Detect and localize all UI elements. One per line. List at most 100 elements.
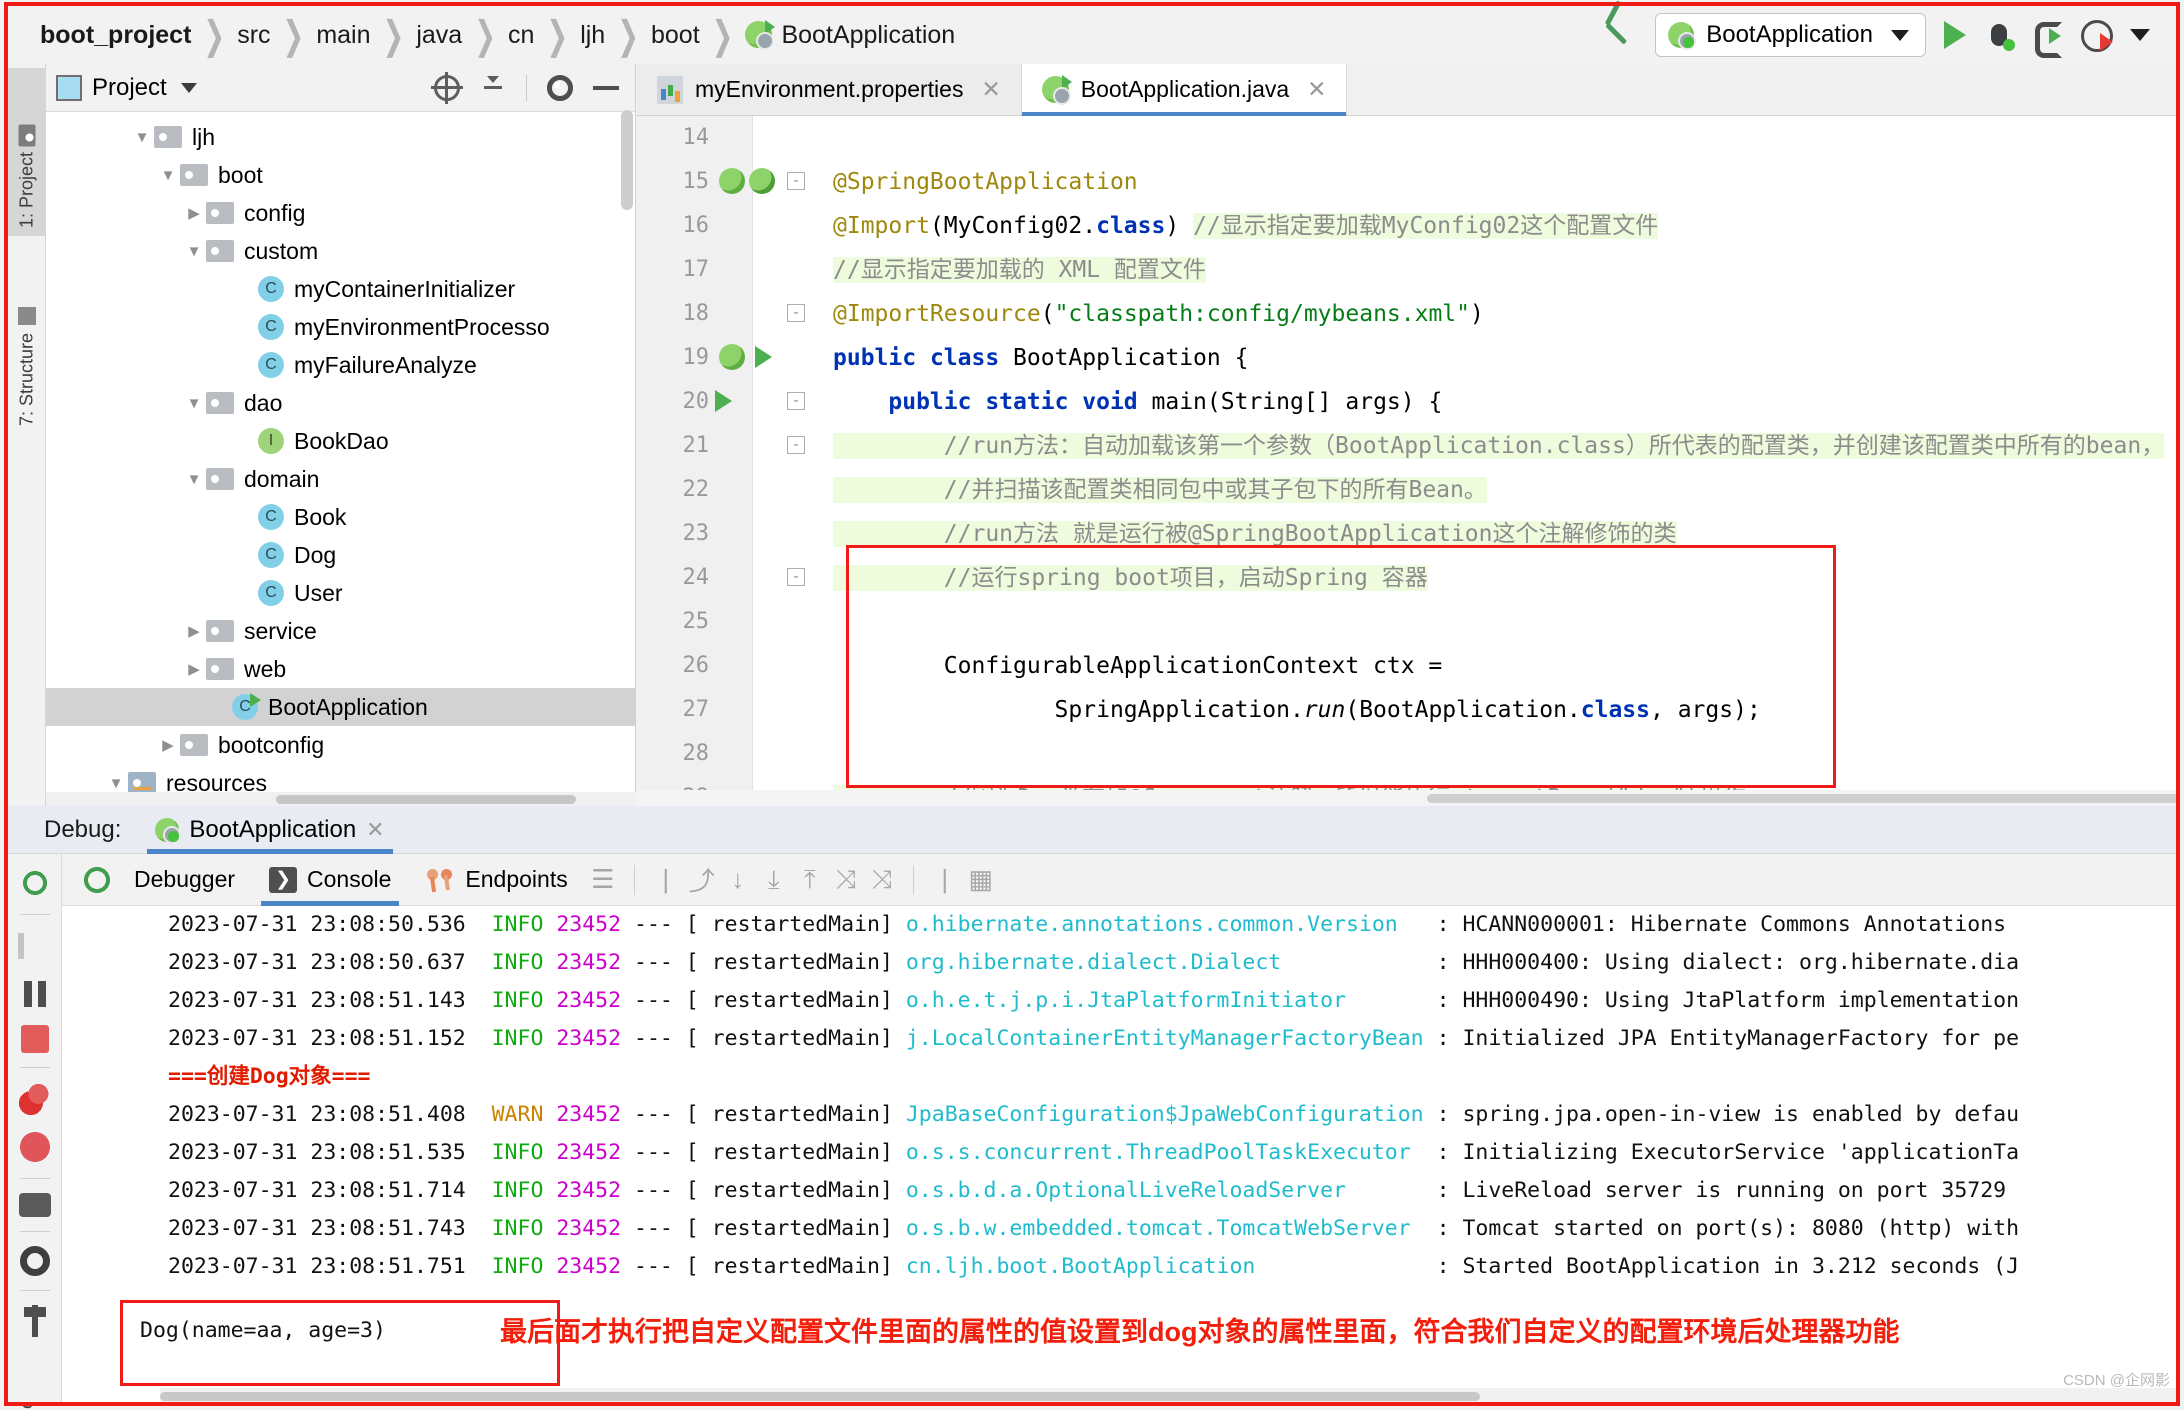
tree-item[interactable]: C User	[46, 574, 635, 612]
chevron-right-icon[interactable]	[182, 204, 206, 222]
tree-item-selected[interactable]: C BootApplication	[46, 688, 635, 726]
screenshot-icon[interactable]	[18, 1193, 51, 1217]
build-hammer-icon[interactable]	[1603, 18, 1637, 52]
debug-tab-label: Console	[307, 866, 392, 892]
sidebar-item-structure[interactable]: 7: Structure	[8, 244, 46, 434]
settings-gear-icon[interactable]	[19, 1246, 50, 1276]
code-fold-icon[interactable]: -	[787, 568, 805, 586]
breadcrumb-item-main[interactable]: main	[306, 21, 380, 50]
spring-bean-check-icon[interactable]	[749, 168, 775, 194]
export-icon[interactable]: ↓	[723, 864, 753, 895]
chevron-down-icon[interactable]	[180, 82, 197, 93]
pin-tab-icon[interactable]	[17, 1305, 52, 1339]
breadcrumb-item-src[interactable]: src	[227, 21, 280, 50]
console-thread: [ restartedMain]	[685, 912, 906, 937]
sidebar-item-project[interactable]: 1: Project	[8, 68, 46, 236]
breadcrumb-item-ljh[interactable]: ljh	[570, 21, 615, 50]
more-actions-chevron-icon[interactable]	[2130, 29, 2150, 41]
tree-item[interactable]: boot	[46, 156, 635, 194]
console-hscrollbar[interactable]	[160, 1388, 2176, 1404]
trash-icon[interactable]: ▦	[966, 864, 996, 895]
project-tree-hscrollbar[interactable]	[46, 792, 636, 806]
code-fold-icon[interactable]: -	[787, 304, 805, 322]
close-icon[interactable]: ✕	[981, 76, 1000, 103]
code-text: ConfigurableApplicationContext ctx =	[833, 644, 1443, 688]
run-gutter-icon[interactable]	[715, 390, 732, 412]
editor-tab-1[interactable]: BootApplication.java ✕	[1021, 64, 1348, 116]
code-fold-icon[interactable]: -	[787, 392, 805, 410]
settings-gear-icon[interactable]	[547, 74, 573, 101]
close-icon[interactable]: ✕	[1307, 76, 1326, 103]
breadcrumb-item-java[interactable]: java	[406, 21, 472, 50]
view-breakpoints-icon[interactable]	[17, 1082, 52, 1116]
tree-item[interactable]: CmyContainerInitializer	[46, 270, 635, 308]
select-icon[interactable]: ⤨	[867, 864, 897, 895]
chevron-right-icon[interactable]	[182, 660, 206, 678]
run-gutter-icon[interactable]	[755, 346, 772, 368]
print-icon[interactable]: |	[930, 864, 960, 895]
chevron-down-icon[interactable]	[156, 167, 180, 184]
breadcrumb-item-cn[interactable]: cn	[498, 21, 544, 50]
chevron-down-icon[interactable]	[182, 243, 206, 260]
debug-tab-debugger[interactable]: Debugger	[120, 854, 249, 906]
profile-button[interactable]	[2080, 19, 2113, 52]
code-fold-icon[interactable]: -	[787, 172, 805, 190]
chevron-down-icon[interactable]	[182, 471, 206, 488]
chevron-down-icon[interactable]	[104, 775, 128, 792]
debug-button[interactable]	[1984, 19, 2015, 51]
code-fold-icon[interactable]: -	[787, 436, 805, 454]
tree-item[interactable]: CmyFailureAnalyze	[46, 346, 635, 384]
console-line: 2023-07-31 23:08:51.751 INFO 23452 --- […	[62, 1248, 2176, 1286]
toggle-icon[interactable]: ⤨	[831, 864, 861, 895]
breadcrumb-item-boot_project[interactable]: boot_project	[30, 21, 201, 50]
close-icon[interactable]: ✕	[366, 817, 384, 843]
tree-item[interactable]: C Dog	[46, 536, 635, 574]
debug-tab-label: Debugger	[134, 866, 236, 892]
tree-item[interactable]: dao	[46, 384, 635, 422]
chevron-down-icon[interactable]	[1891, 29, 1909, 41]
resume-program-icon[interactable]	[17, 929, 52, 963]
pause-program-icon[interactable]	[17, 977, 52, 1011]
chevron-down-icon[interactable]	[182, 395, 206, 412]
hide-icon[interactable]	[593, 85, 619, 90]
locate-icon[interactable]	[431, 71, 463, 104]
tree-item[interactable]: domain	[46, 460, 635, 498]
tree-item[interactable]: config	[46, 194, 635, 232]
chevron-down-icon[interactable]	[130, 129, 154, 146]
tree-item[interactable]: web	[46, 650, 635, 688]
chevron-right-icon[interactable]	[182, 622, 206, 640]
stop-icon[interactable]	[20, 1025, 49, 1053]
console-pid: 23452	[556, 1102, 635, 1127]
editor-hscrollbar[interactable]	[637, 790, 2176, 806]
debug-session-tab[interactable]: BootApplication ✕	[139, 806, 400, 854]
scroll-down-icon[interactable]: ⤴	[687, 865, 717, 896]
collapse-all-icon[interactable]	[480, 75, 506, 101]
debug-tab-endpoints[interactable]: Endpoints	[411, 854, 581, 906]
spring-boot-class-icon[interactable]	[719, 344, 745, 370]
mute-breakpoints-icon[interactable]	[17, 1130, 52, 1164]
tree-item[interactable]: C Book	[46, 498, 635, 536]
tree-item[interactable]: ljh	[46, 118, 635, 156]
run-configuration-selector[interactable]: BootApplication	[1655, 13, 1926, 57]
soft-wrap-icon[interactable]: ☰	[588, 864, 618, 895]
scroll-up-icon[interactable]: |	[651, 864, 681, 895]
project-tree-scrollbar[interactable]	[621, 110, 633, 210]
run-with-coverage-button[interactable]	[2032, 19, 2062, 58]
breadcrumb-item-bootapplication[interactable]: BootApplication	[735, 19, 965, 50]
spring-bean-icon[interactable]	[719, 168, 745, 194]
editor-tab-0[interactable]: myEnvironment.properties ✕	[637, 64, 1022, 115]
rerun-icon[interactable]	[17, 866, 52, 900]
tree-item[interactable]: I BookDao	[46, 422, 635, 460]
debug-tab-console[interactable]: ❯ Console	[255, 854, 405, 906]
rerun-icon[interactable]	[80, 862, 114, 897]
code-editor[interactable]: 14 15 - @SpringBootApplication 16 @Import(MyC…	[637, 116, 2176, 806]
breadcrumb-item-boot[interactable]: boot	[641, 21, 710, 50]
upload-icon[interactable]: ⤒	[795, 864, 825, 895]
tree-item[interactable]: service	[46, 612, 635, 650]
tree-item[interactable]: custom	[46, 232, 635, 270]
tree-item[interactable]: bootconfig	[46, 726, 635, 764]
chevron-right-icon[interactable]	[156, 736, 180, 754]
import-icon[interactable]: ⤓	[759, 864, 789, 895]
run-button[interactable]	[1944, 21, 1966, 49]
tree-item[interactable]: CmyEnvironmentProcesso	[46, 308, 635, 346]
